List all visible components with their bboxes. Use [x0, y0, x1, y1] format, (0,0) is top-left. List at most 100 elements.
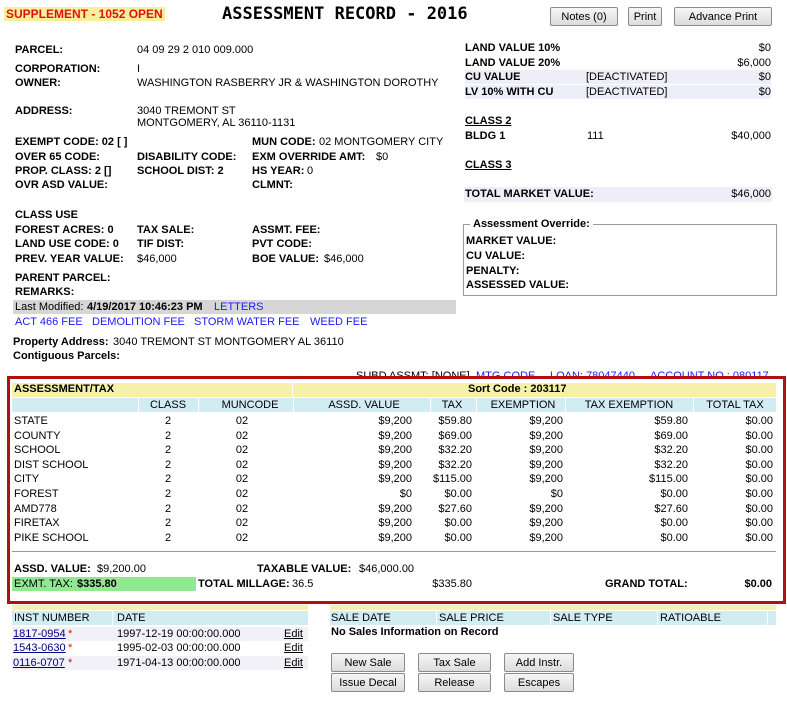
escapes-button[interactable]: Escapes — [504, 673, 574, 692]
instruments-col-inst: INST NUMBER — [14, 612, 90, 624]
storm-water-fee-link[interactable]: STORM WATER FEE — [194, 316, 300, 328]
land-row-label: LV 10% WITH CU — [465, 86, 554, 98]
instrument-number-link[interactable]: 1543-0630 — [13, 641, 66, 655]
assessed-value-label: ASSESSED VALUE: — [466, 279, 570, 291]
assmt-fee-label: ASSMT. FEE: — [252, 224, 321, 236]
sales-col-ratioable: RATIOABLE — [660, 612, 721, 624]
assessment-override-title: Assessment Override: — [470, 218, 593, 230]
boe-value: $46,000 — [324, 253, 364, 265]
instrument-row: 1817-0954 * 1997-12-19 00:00:00.000 Edit — [12, 627, 308, 641]
tif-dist-label: TIF DIST: — [137, 238, 185, 250]
instrument-row: 1543-0630 * 1995-02-03 00:00:00.000 Edit — [12, 641, 308, 655]
owner-value: WASHINGTON RASBERRY JR & WASHINGTON DORO… — [137, 77, 439, 89]
demolition-fee-link[interactable]: DEMOLITION FEE — [92, 316, 185, 328]
property-address-value: 3040 TREMONT ST MONTGOMERY AL 36110 — [113, 336, 344, 348]
land-row-status: [DEACTIVATED] — [586, 86, 668, 98]
parent-parcel-label: PARENT PARCEL: — [15, 272, 111, 284]
pvt-code-label: PVT CODE: — [252, 238, 312, 250]
tax-sale-button[interactable]: Tax Sale — [418, 653, 491, 672]
release-button[interactable]: Release — [418, 673, 491, 692]
bldg-label: BLDG 1 — [465, 130, 506, 142]
hs-year-label: HS YEAR: — [252, 165, 305, 177]
add-instr-button[interactable]: Add Instr. — [504, 653, 574, 672]
exempt-code: EXEMPT CODE: 02 [ ] — [15, 136, 128, 148]
highlight-frame — [7, 376, 786, 604]
instruments-header — [12, 605, 308, 610]
instrument-date: 1995-02-03 00:00:00.000 — [117, 642, 241, 654]
land-row-label: LAND VALUE 20% — [465, 57, 561, 69]
cu-value-label: CU VALUE: — [466, 250, 526, 262]
mun-code-value: 02 MONTGOMERY CITY — [319, 136, 444, 148]
advance-print-button[interactable]: Advance Print — [674, 7, 772, 26]
act-466-fee-link[interactable]: ACT 466 FEE — [15, 316, 83, 328]
exm-override-label: EXM OVERRIDE AMT: — [252, 151, 366, 163]
address-line-2: MONTGOMERY, AL 36110-1131 — [137, 117, 296, 129]
penalty-label: PENALTY: — [466, 265, 520, 277]
mun-code-label: MUN CODE: — [252, 136, 316, 148]
sales-col-type: SALE TYPE — [553, 612, 613, 624]
land-row-status: [DEACTIVATED] — [586, 71, 668, 83]
school-dist: SCHOOL DIST: 2 — [137, 165, 224, 177]
page-title: ASSESSMENT RECORD - 2016 — [222, 4, 468, 24]
instruments-col-divider — [112, 611, 113, 625]
total-market-label: TOTAL MARKET VALUE: — [465, 188, 594, 200]
instrument-date: 1971-04-13 00:00:00.000 — [117, 657, 241, 669]
land-row-value: $6,000 — [737, 57, 771, 69]
address-label: ADDRESS: — [15, 105, 73, 117]
land-row-label: LAND VALUE 10% — [465, 42, 561, 54]
no-sales-message: No Sales Information on Record — [331, 626, 499, 638]
edit-instrument-link[interactable]: Edit — [284, 641, 303, 655]
instrument-number-link[interactable]: 0116-0707 — [13, 656, 65, 670]
notes-button[interactable]: Notes (0) — [550, 7, 618, 26]
total-market-value: $46,000 — [731, 188, 771, 200]
land-row-value: $0 — [758, 86, 771, 98]
remarks-label: REMARKS: — [15, 286, 75, 298]
land-row: LAND VALUE 20% $6,000 — [465, 56, 771, 70]
address-line-1: 3040 TREMONT ST — [137, 105, 236, 117]
required-marker: * — [68, 628, 73, 640]
over-65-code: OVER 65 CODE: — [15, 151, 100, 163]
land-row: CU VALUE [DEACTIVATED] $0 — [465, 70, 771, 84]
instruments-col-date: DATE — [117, 612, 146, 624]
sales-col-date: SALE DATE — [331, 612, 391, 624]
disability-code: DISABILITY CODE: — [137, 151, 237, 163]
sales-divider — [550, 611, 551, 625]
ovr-asd-value: OVR ASD VALUE: — [15, 179, 108, 191]
required-marker: * — [68, 642, 73, 654]
issue-decal-button[interactable]: Issue Decal — [331, 673, 405, 692]
forest-acres: FOREST ACRES: 0 — [15, 224, 114, 236]
letters-link[interactable]: LETTERS — [214, 301, 264, 313]
boe-value-label: BOE VALUE: — [252, 253, 320, 265]
parcel-value: 04 09 29 2 010 009.000 — [137, 44, 254, 56]
market-value-label: MARKET VALUE: — [466, 235, 557, 247]
land-row-label: CU VALUE — [465, 71, 521, 83]
status-badge: SUPPLEMENT - 1052 OPEN — [4, 7, 165, 21]
edit-instrument-link[interactable]: Edit — [284, 627, 303, 641]
instrument-date: 1997-12-19 00:00:00.000 — [117, 628, 241, 640]
sales-divider — [436, 611, 437, 625]
land-row-value: $0 — [758, 71, 771, 83]
required-marker: * — [68, 657, 73, 669]
instrument-number-link[interactable]: 1817-0954 — [13, 627, 66, 641]
class-use-title: CLASS USE — [15, 209, 78, 221]
clmnt-label: CLMNT: — [252, 179, 293, 191]
land-row: LV 10% WITH CU [DEACTIVATED] $0 — [465, 85, 771, 99]
weed-fee-link[interactable]: WEED FEE — [310, 316, 367, 328]
corporation-value: I — [137, 63, 141, 75]
print-button[interactable]: Print — [628, 7, 662, 26]
bldg-value: $40,000 — [731, 130, 771, 142]
class-3-heading: CLASS 3 — [465, 159, 512, 171]
edit-instrument-link[interactable]: Edit — [284, 656, 303, 670]
prev-year-label: PREV. YEAR VALUE: — [15, 253, 124, 265]
land-use-code: LAND USE CODE: 0 — [15, 238, 119, 250]
instrument-row: 0116-0707 * 1971-04-13 00:00:00.000 Edit — [12, 656, 308, 670]
sales-divider — [767, 611, 768, 625]
bldg-number: 111 — [587, 130, 604, 142]
land-row-value: $0 — [758, 42, 771, 54]
new-sale-button[interactable]: New Sale — [331, 653, 405, 672]
tax-sale-label: TAX SALE: — [137, 224, 195, 236]
owner-label: OWNER: — [15, 77, 61, 89]
class-2-heading: CLASS 2 — [465, 115, 512, 127]
prev-year-value: $46,000 — [137, 253, 177, 265]
sales-header — [330, 605, 776, 610]
